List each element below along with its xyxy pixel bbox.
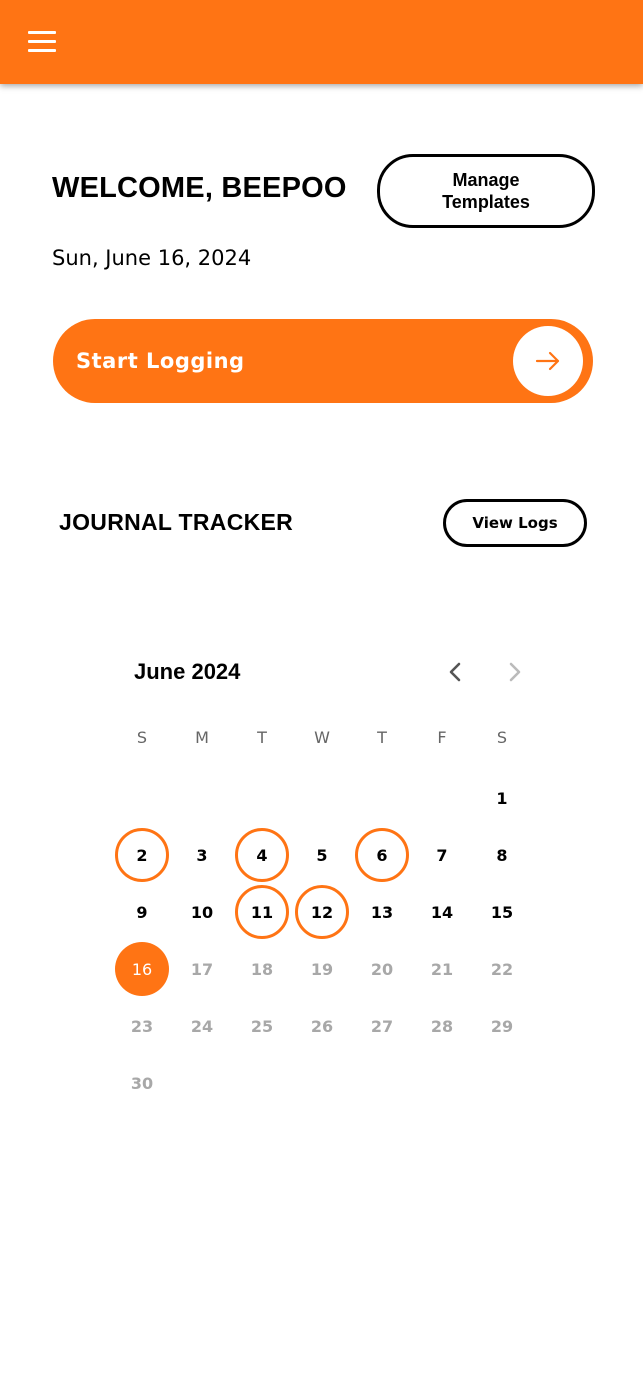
arrow-right-icon — [513, 326, 583, 396]
calendar-day-future: 27 — [370, 1016, 394, 1036]
calendar-day-logged[interactable]: 6 — [355, 828, 409, 882]
calendar-day[interactable]: 3 — [175, 828, 229, 882]
weekday-label: T — [377, 728, 387, 747]
calendar-day-future: 19 — [310, 959, 334, 979]
current-date: Sun, June 16, 2024 — [52, 246, 252, 270]
calendar-day-future: 24 — [190, 1016, 214, 1036]
weekday-label: T — [257, 728, 267, 747]
chevron-left-icon[interactable] — [443, 660, 467, 684]
start-logging-button[interactable]: Start Logging — [53, 319, 593, 403]
calendar-day[interactable]: 15 — [475, 885, 529, 939]
weekday-label: W — [314, 728, 330, 747]
calendar-day-future: 28 — [430, 1016, 454, 1036]
calendar-month-label: June 2024 — [134, 659, 241, 684]
calendar-day-logged[interactable]: 12 — [295, 885, 349, 939]
calendar-day-logged[interactable]: 2 — [115, 828, 169, 882]
weekday-label: M — [195, 728, 209, 747]
weekday-label: S — [136, 728, 148, 747]
calendar-day-future: 17 — [190, 959, 214, 979]
view-logs-label: View Logs — [472, 514, 558, 532]
app-header — [0, 0, 643, 84]
view-logs-button[interactable]: View Logs — [443, 499, 587, 547]
journal-tracker-title: JOURNAL TRACKER — [59, 509, 294, 535]
calendar-day[interactable]: 1 — [475, 771, 529, 825]
calendar-day-logged[interactable]: 11 — [235, 885, 289, 939]
calendar-day-future: 20 — [370, 959, 394, 979]
manage-templates-label: Manage Templates — [442, 170, 530, 212]
calendar-day[interactable]: 7 — [415, 828, 469, 882]
calendar-day-future: 26 — [310, 1016, 334, 1036]
chevron-right-icon[interactable] — [503, 660, 527, 684]
calendar-day-today[interactable]: 16 — [115, 942, 169, 996]
calendar-day-future: 23 — [130, 1016, 154, 1036]
calendar-day-logged[interactable]: 4 — [235, 828, 289, 882]
weekday-label: F — [437, 728, 447, 747]
calendar-day[interactable]: 14 — [415, 885, 469, 939]
calendar-day-future: 30 — [130, 1073, 154, 1093]
calendar-day-future: 29 — [490, 1016, 514, 1036]
calendar-day-future: 21 — [430, 959, 454, 979]
calendar-day-future: 25 — [250, 1016, 274, 1036]
calendar-day-future: 18 — [250, 959, 274, 979]
weekday-label: S — [496, 728, 508, 747]
calendar-day[interactable]: 9 — [115, 885, 169, 939]
calendar-day[interactable]: 8 — [475, 828, 529, 882]
calendar-day[interactable]: 10 — [175, 885, 229, 939]
start-logging-label: Start Logging — [76, 349, 245, 373]
calendar-day-future: 22 — [490, 959, 514, 979]
hamburger-menu-icon[interactable] — [28, 31, 56, 53]
manage-templates-button[interactable]: Manage Templates — [377, 154, 595, 228]
welcome-title: WELCOME, BEEPOO — [52, 172, 347, 204]
calendar-day[interactable]: 13 — [355, 885, 409, 939]
calendar-day[interactable]: 5 — [295, 828, 349, 882]
